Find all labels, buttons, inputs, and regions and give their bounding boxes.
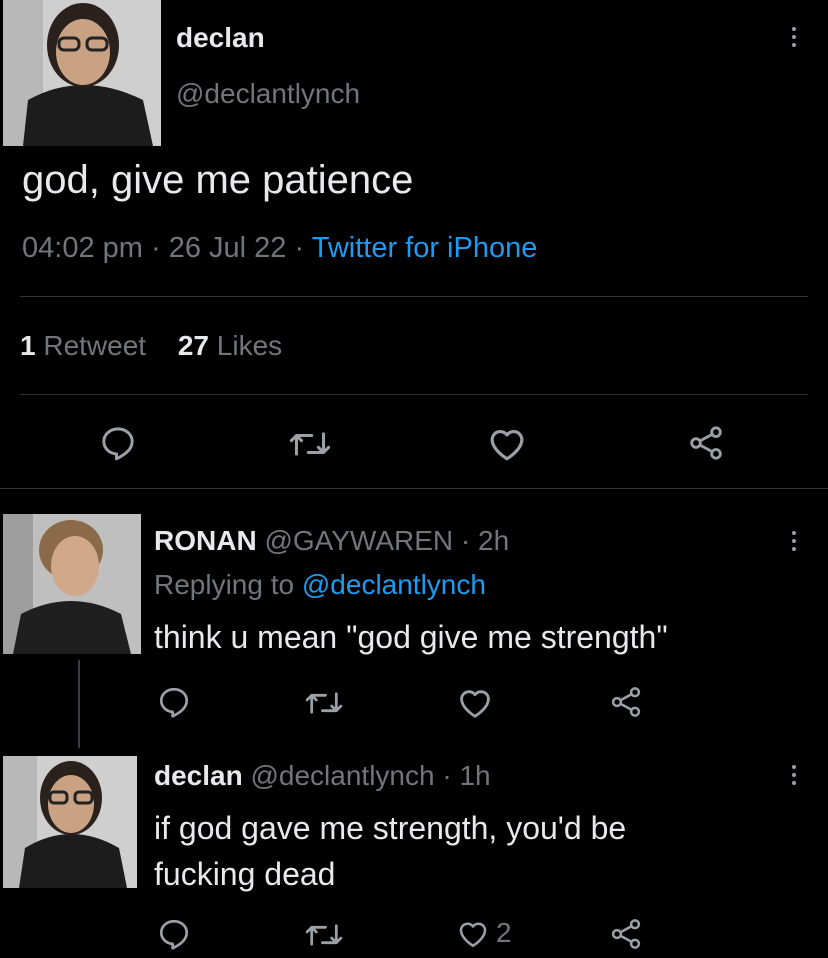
reply-icon[interactable]: [156, 916, 192, 952]
more-icon[interactable]: [782, 22, 806, 52]
divider: [20, 296, 808, 297]
retweet-icon[interactable]: [288, 425, 332, 463]
meta-separator: ·: [150, 232, 161, 264]
avatar-ronan[interactable]: [3, 514, 141, 654]
reply-time[interactable]: 1h: [459, 760, 490, 791]
reply-author-name[interactable]: declan: [154, 760, 243, 791]
reply-time[interactable]: 2h: [478, 525, 509, 556]
reply-author-handle[interactable]: @declantlynch: [250, 760, 434, 791]
reply-header: RONAN @GAYWAREN · 2h: [154, 525, 509, 557]
share-icon[interactable]: [608, 916, 644, 952]
tweet-stats: 1 Retweet 27 Likes: [20, 330, 282, 362]
like-count: 2: [496, 917, 512, 948]
divider: [20, 394, 808, 395]
reply-text-line-2: fucking dead: [154, 856, 336, 892]
avatar-declan[interactable]: [3, 0, 161, 146]
tweet-date[interactable]: 26 Jul 22: [169, 232, 287, 264]
reply-text-line-1: if god gave me strength, you'd be: [154, 810, 627, 846]
likes-count: 27: [177, 330, 210, 361]
meta-separator: ·: [294, 232, 305, 264]
meta-separator: ·: [460, 525, 471, 556]
replying-to-label: Replying to: [154, 569, 295, 600]
retweet-icon[interactable]: [304, 918, 344, 952]
like-button[interactable]: 2: [456, 916, 512, 950]
reply-author-name[interactable]: RONAN: [154, 525, 257, 556]
tweet-meta: 04:02 pm · 26 Jul 22 · Twitter for iPhon…: [22, 232, 537, 265]
divider: [0, 488, 828, 489]
tweet-text: god, give me patience: [22, 158, 414, 202]
reply-text: think u mean "god give me strength": [154, 619, 668, 655]
retweets-count: 1: [20, 330, 36, 361]
more-icon[interactable]: [782, 526, 806, 556]
likes-stat[interactable]: 27 Likes: [178, 330, 282, 361]
more-icon[interactable]: [782, 760, 806, 790]
tweet-time[interactable]: 04:02 pm: [22, 232, 143, 264]
meta-separator: ·: [442, 760, 452, 791]
avatar-declan[interactable]: [3, 756, 137, 888]
likes-label: Likes: [216, 330, 283, 361]
reply-header: declan @declantlynch · 1h: [154, 760, 491, 792]
reply-icon[interactable]: [98, 423, 138, 463]
share-icon[interactable]: [608, 684, 644, 720]
heart-icon: [456, 916, 490, 950]
reply-author-handle[interactable]: @GAYWAREN: [264, 525, 453, 556]
author-handle[interactable]: @declantlynch: [176, 78, 360, 110]
retweets-label: Retweet: [43, 330, 147, 361]
tweet-source[interactable]: Twitter for iPhone: [312, 232, 538, 264]
share-icon[interactable]: [686, 423, 726, 463]
replying-to: Replying to @declantlynch: [154, 569, 486, 601]
author-name[interactable]: declan: [176, 22, 265, 54]
retweets-stat[interactable]: 1 Retweet: [20, 330, 154, 361]
heart-icon[interactable]: [456, 684, 494, 720]
thread-line: [78, 660, 80, 748]
replying-to-handle[interactable]: @declantlynch: [302, 569, 486, 600]
retweet-icon[interactable]: [304, 686, 344, 720]
heart-icon[interactable]: [486, 423, 528, 463]
reply-icon[interactable]: [156, 684, 192, 720]
